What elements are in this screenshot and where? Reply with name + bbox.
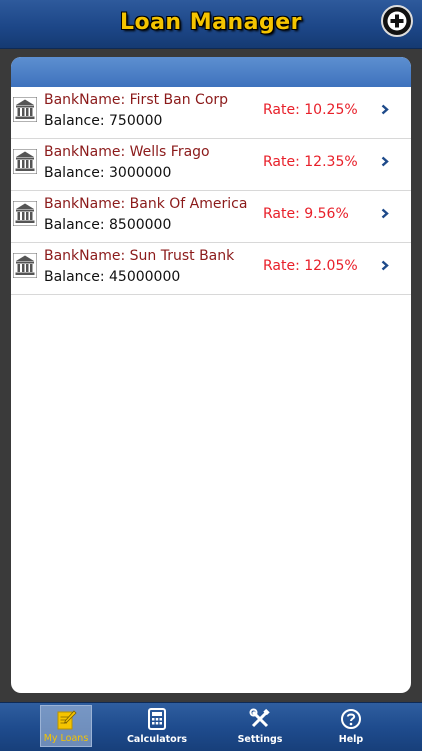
chevron-right-icon xyxy=(381,208,389,219)
calculator-icon xyxy=(148,708,166,730)
tab-label: Calculators xyxy=(126,734,188,745)
bank-icon xyxy=(13,253,37,278)
loan-row[interactable]: BankName: First Ban Corp Balance: 750000… xyxy=(11,87,411,139)
loan-balance: Balance: 3000000 xyxy=(44,165,172,181)
bank-name: BankName: Sun Trust Bank xyxy=(44,248,235,264)
tab-label: Help xyxy=(338,734,364,745)
loan-row[interactable]: BankName: Sun Trust Bank Balance: 450000… xyxy=(11,243,411,295)
plus-circle-icon xyxy=(387,11,407,31)
tools-icon xyxy=(249,708,270,728)
add-loan-button[interactable] xyxy=(381,5,413,37)
tab-my-loans[interactable]: My Loans xyxy=(40,705,92,747)
loans-panel: BankName: First Ban Corp Balance: 750000… xyxy=(11,57,411,693)
bank-icon xyxy=(13,97,37,122)
bank-icon xyxy=(13,201,37,226)
loan-balance: Balance: 45000000 xyxy=(44,269,181,285)
bank-name: BankName: Wells Frago xyxy=(44,144,210,160)
loan-row[interactable]: BankName: Bank Of America Balance: 85000… xyxy=(11,191,411,243)
tab-bar: My Loans Calculators Settings Help xyxy=(0,702,422,751)
chevron-right-icon xyxy=(381,260,389,271)
tab-settings[interactable]: Settings xyxy=(234,705,286,747)
loan-balance: Balance: 8500000 xyxy=(44,217,172,233)
loan-rate: Rate: 9.56% xyxy=(263,206,349,222)
loan-rate: Rate: 10.25% xyxy=(263,102,358,118)
loan-row[interactable]: BankName: Wells Frago Balance: 3000000 R… xyxy=(11,139,411,191)
chevron-right-icon xyxy=(381,104,389,115)
panel-header xyxy=(11,57,411,87)
notepad-pencil-icon xyxy=(57,710,77,730)
tab-help[interactable]: Help xyxy=(325,705,377,747)
help-circle-icon xyxy=(341,709,361,729)
tab-label: Settings xyxy=(237,734,283,745)
loan-balance: Balance: 750000 xyxy=(44,113,163,129)
loan-rate: Rate: 12.35% xyxy=(263,154,358,170)
bank-name: BankName: Bank Of America xyxy=(44,196,248,212)
chevron-right-icon xyxy=(381,156,389,167)
bank-icon xyxy=(13,149,37,174)
bank-name: BankName: First Ban Corp xyxy=(44,92,229,108)
navigation-bar: Loan Manager xyxy=(0,0,422,49)
loan-rate: Rate: 12.05% xyxy=(263,258,358,274)
tab-label: My Loans xyxy=(43,733,89,744)
loan-list: BankName: First Ban Corp Balance: 750000… xyxy=(11,87,411,295)
tab-calculators[interactable]: Calculators xyxy=(127,705,187,747)
page-title: Loan Manager xyxy=(119,10,303,35)
